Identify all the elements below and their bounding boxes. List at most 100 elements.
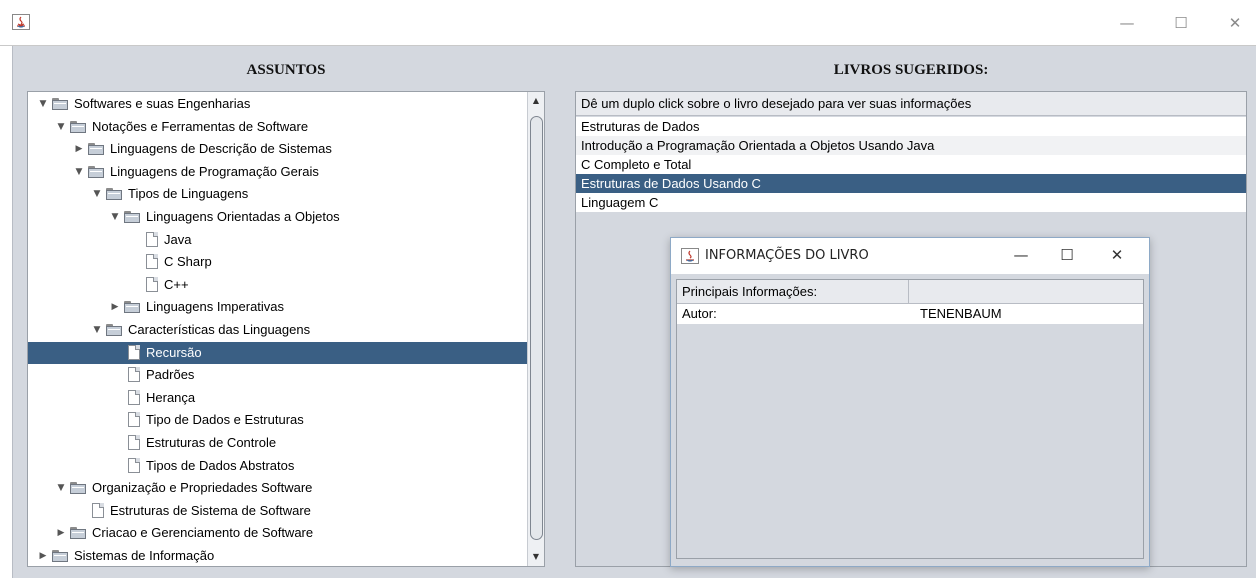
folder-icon [70, 482, 86, 495]
tree-item-label: Java [164, 231, 192, 247]
expanded-toggle-icon[interactable]: ▼ [56, 477, 66, 499]
expanded-toggle-icon[interactable]: ▼ [92, 319, 102, 341]
tree-folder-item[interactable]: ▶ Sistemas de Informação [28, 545, 528, 566]
scroll-up-arrow-icon[interactable]: ▲ [530, 95, 542, 107]
tree-item-label: C Sharp [164, 254, 212, 270]
book-list-item[interactable]: C Completo e Total [576, 155, 1246, 174]
dialog-maximize-button[interactable]: ☐ [1057, 246, 1077, 264]
scrollbar-thumb[interactable] [530, 116, 543, 540]
tree-folder-item[interactable]: ▶ Linguagens Imperativas [28, 296, 528, 318]
expanded-toggle-icon[interactable]: ▼ [110, 206, 120, 228]
folder-icon [52, 550, 68, 562]
tree-folder-item[interactable]: ▼ Organização e Propriedades Software [28, 477, 528, 499]
tree-item-label: Recursão [146, 344, 202, 360]
folder-icon [70, 527, 86, 540]
tree-folder-item[interactable]: ▼ Linguagens Orientadas a Objetos [28, 206, 528, 228]
scroll-down-arrow-icon[interactable]: ▼ [530, 551, 542, 563]
window-minimize-button[interactable]: — [1116, 14, 1138, 32]
java-app-icon [12, 14, 30, 30]
tree-item-label: Padrões [146, 367, 195, 383]
collapsed-toggle-icon[interactable]: ▶ [74, 138, 84, 160]
tree-leaf-item[interactable]: Estruturas de Controle [28, 432, 528, 454]
document-icon [128, 367, 140, 383]
tree-item-label: Linguagens Imperativas [146, 299, 285, 315]
tree-item-label: Organização e Propriedades Software [92, 480, 313, 496]
tree-leaf-item[interactable]: Tipo de Dados e Estruturas [28, 409, 528, 431]
expanded-toggle-icon[interactable]: ▼ [38, 93, 48, 115]
document-icon [128, 435, 140, 450]
tree-item-label: Herança [146, 389, 196, 405]
book-list-item[interactable]: Estruturas de Dados [576, 117, 1246, 136]
folder-icon [124, 301, 140, 314]
folder-icon [124, 211, 140, 223]
livros-sugeridos-title: LIVROS SUGERIDOS: [833, 62, 989, 78]
tree-leaf-item[interactable]: Herança [28, 387, 528, 409]
tree-item-label: Notações e Ferramentas de Software [92, 118, 309, 134]
tree-item-label: Softwares e suas Engenharias [74, 96, 251, 111]
tree-folder-item[interactable]: ▶ Linguagens de Descrição de Sistemas [28, 138, 528, 160]
document-icon [146, 231, 158, 247]
tree-leaf-item[interactable]: Recursão [28, 341, 528, 364]
tree-item-label: Tipos de Linguagens [128, 186, 249, 202]
tree-folder-item[interactable]: ▼ Notações e Ferramentas de Software [28, 116, 528, 138]
folder-icon [106, 188, 122, 201]
collapsed-toggle-icon[interactable]: ▶ [110, 296, 120, 318]
tree-folder-item[interactable]: ▼ Características das Linguagens [28, 319, 528, 341]
document-icon [146, 276, 158, 292]
tree-item-label: C++ [164, 276, 189, 292]
column-header-principais[interactable]: Principais Informações: [677, 280, 909, 303]
document-icon [128, 457, 140, 473]
book-list-item[interactable]: Estruturas de Dados Usando C [576, 174, 1246, 193]
books-list-header: Dê um duplo click sobre o livro desejado… [576, 92, 1246, 116]
tree-item-label: Sistemas de Informação [74, 548, 215, 563]
book-info-table: Principais Informações: Autor: TENENBAUM [676, 279, 1144, 559]
window-close-button[interactable]: ✕ [1224, 14, 1246, 32]
dialog-minimize-button[interactable]: — [1011, 246, 1031, 264]
assuntos-title: ASSUNTOS [246, 62, 326, 78]
tree-leaf-item[interactable]: Java [28, 229, 528, 251]
tree-folder-item[interactable]: ▼ Linguagens de Programação Gerais [28, 161, 528, 183]
info-value: TENENBAUM [920, 306, 1002, 321]
dialog-close-button[interactable]: ✕ [1107, 246, 1127, 264]
tree-folder-item[interactable]: ▶ Criacao e Gerenciamento de Software [28, 522, 528, 544]
folder-icon [52, 98, 68, 110]
book-list-item[interactable]: Introdução a Programação Orientada a Obj… [576, 136, 1246, 155]
book-info-dialog: INFORMAÇÕES DO LIVRO — ☐ ✕ Principais In… [670, 237, 1150, 567]
tree-leaf-item[interactable]: Padrões [28, 364, 528, 386]
folder-icon [106, 324, 122, 336]
tree-folder-item[interactable]: ▼ Softwares e suas Engenharias [28, 93, 528, 115]
tree-folder-item[interactable]: ▼ Tipos de Linguagens [28, 183, 528, 205]
tree-item-label: Linguagens de Descrição de Sistemas [110, 141, 332, 157]
tree-leaf-item[interactable]: Tipos de Dados Abstratos [28, 455, 528, 477]
table-row[interactable]: Autor: TENENBAUM [677, 304, 1143, 324]
book-info-table-header: Principais Informações: [677, 280, 1143, 304]
folder-icon [88, 165, 104, 178]
collapsed-toggle-icon[interactable]: ▶ [56, 522, 66, 544]
tree-item-label: Estruturas de Controle [146, 435, 277, 450]
expanded-toggle-icon[interactable]: ▼ [92, 183, 102, 205]
subjects-tree[interactable]: ▼ Softwares e suas Engenharias ▼ Notações e… [27, 91, 545, 567]
tree-item-label: Estruturas de Sistema de Software [110, 502, 311, 518]
tree-item-label: Características das Linguagens [128, 322, 311, 337]
tree-leaf-item[interactable]: C++ [28, 274, 528, 296]
document-icon [128, 412, 140, 428]
tree-item-label: Linguagens Orientadas a Objetos [146, 209, 340, 224]
java-app-icon [681, 248, 699, 264]
folder-icon [70, 120, 86, 133]
tree-leaf-item[interactable]: C Sharp [28, 251, 528, 273]
expanded-toggle-icon[interactable]: ▼ [74, 161, 84, 183]
book-list-item[interactable]: Linguagem C [576, 193, 1246, 212]
dialog-titlebar: INFORMAÇÕES DO LIVRO — ☐ ✕ [671, 238, 1149, 274]
tree-leaf-item[interactable]: Estruturas de Sistema de Software [28, 500, 528, 522]
document-icon [146, 254, 158, 270]
tree-vertical-scrollbar[interactable]: ▲ ▼ [527, 92, 544, 566]
expanded-toggle-icon[interactable]: ▼ [56, 116, 66, 138]
info-key: Autor: [682, 306, 717, 321]
dialog-title: INFORMAÇÕES DO LIVRO [705, 248, 869, 263]
tree-item-label: Tipos de Dados Abstratos [146, 457, 295, 473]
tree-item-label: Tipo de Dados e Estruturas [146, 412, 304, 428]
tree-item-label: Criacao e Gerenciamento de Software [92, 525, 314, 541]
document-icon [128, 389, 140, 405]
collapsed-toggle-icon[interactable]: ▶ [38, 545, 48, 566]
window-maximize-button[interactable]: ☐ [1170, 14, 1192, 32]
